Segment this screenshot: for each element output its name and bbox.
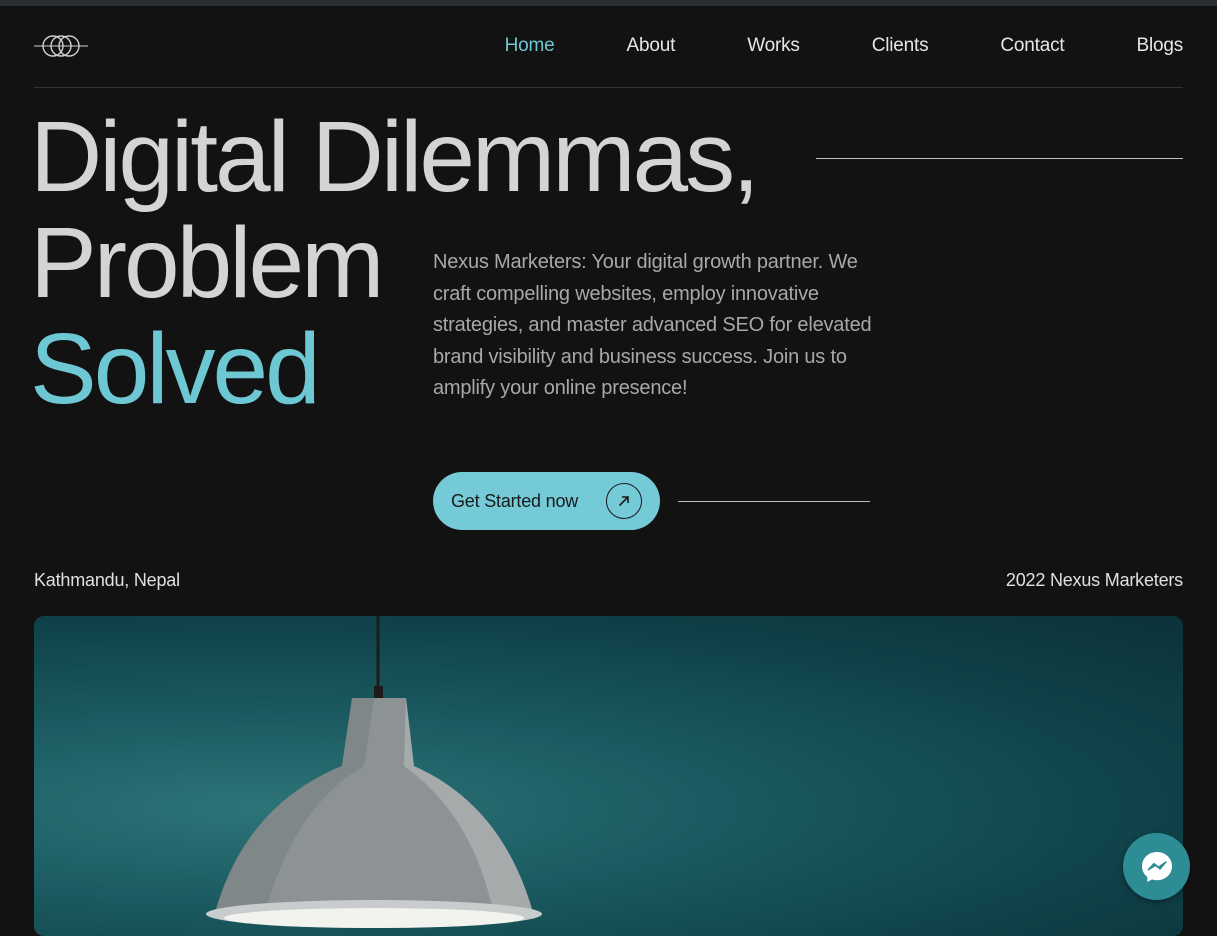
nav-home[interactable]: Home xyxy=(505,34,555,58)
location-text: Kathmandu, Nepal xyxy=(34,570,180,590)
nav-contact[interactable]: Contact xyxy=(1000,34,1064,58)
copyright-text: 2022 Nexus Marketers xyxy=(1005,570,1183,590)
hero-heading-line-3: Solved xyxy=(30,313,321,425)
browser-top-strip xyxy=(0,0,1217,6)
nav-works[interactable]: Works xyxy=(747,34,800,58)
hero-heading-line-2: Problem xyxy=(30,207,384,319)
triple-ring-logo-icon[interactable] xyxy=(34,32,88,60)
pendant-lamp-photo xyxy=(34,616,1183,936)
messenger-icon xyxy=(1141,851,1172,882)
hero-description: Nexus Marketers: Your digital growth par… xyxy=(433,251,872,399)
header-divider xyxy=(34,87,1183,88)
nav-about[interactable]: About xyxy=(627,34,676,58)
hero-heading-line-1: Digital Dilemmas, xyxy=(30,101,760,213)
messenger-chat-button[interactable] xyxy=(1123,833,1190,900)
get-started-label: Get Started now xyxy=(451,490,579,511)
cta-decorative-line xyxy=(678,501,870,502)
hero-decorative-line xyxy=(816,158,1183,159)
get-started-button[interactable]: Get Started now xyxy=(433,472,660,530)
arrow-up-right-icon xyxy=(606,483,642,519)
nav-blogs[interactable]: Blogs xyxy=(1136,34,1183,58)
nav-clients[interactable]: Clients xyxy=(872,34,929,58)
main-nav: Home About Works Clients Contact Blogs xyxy=(433,34,1184,58)
